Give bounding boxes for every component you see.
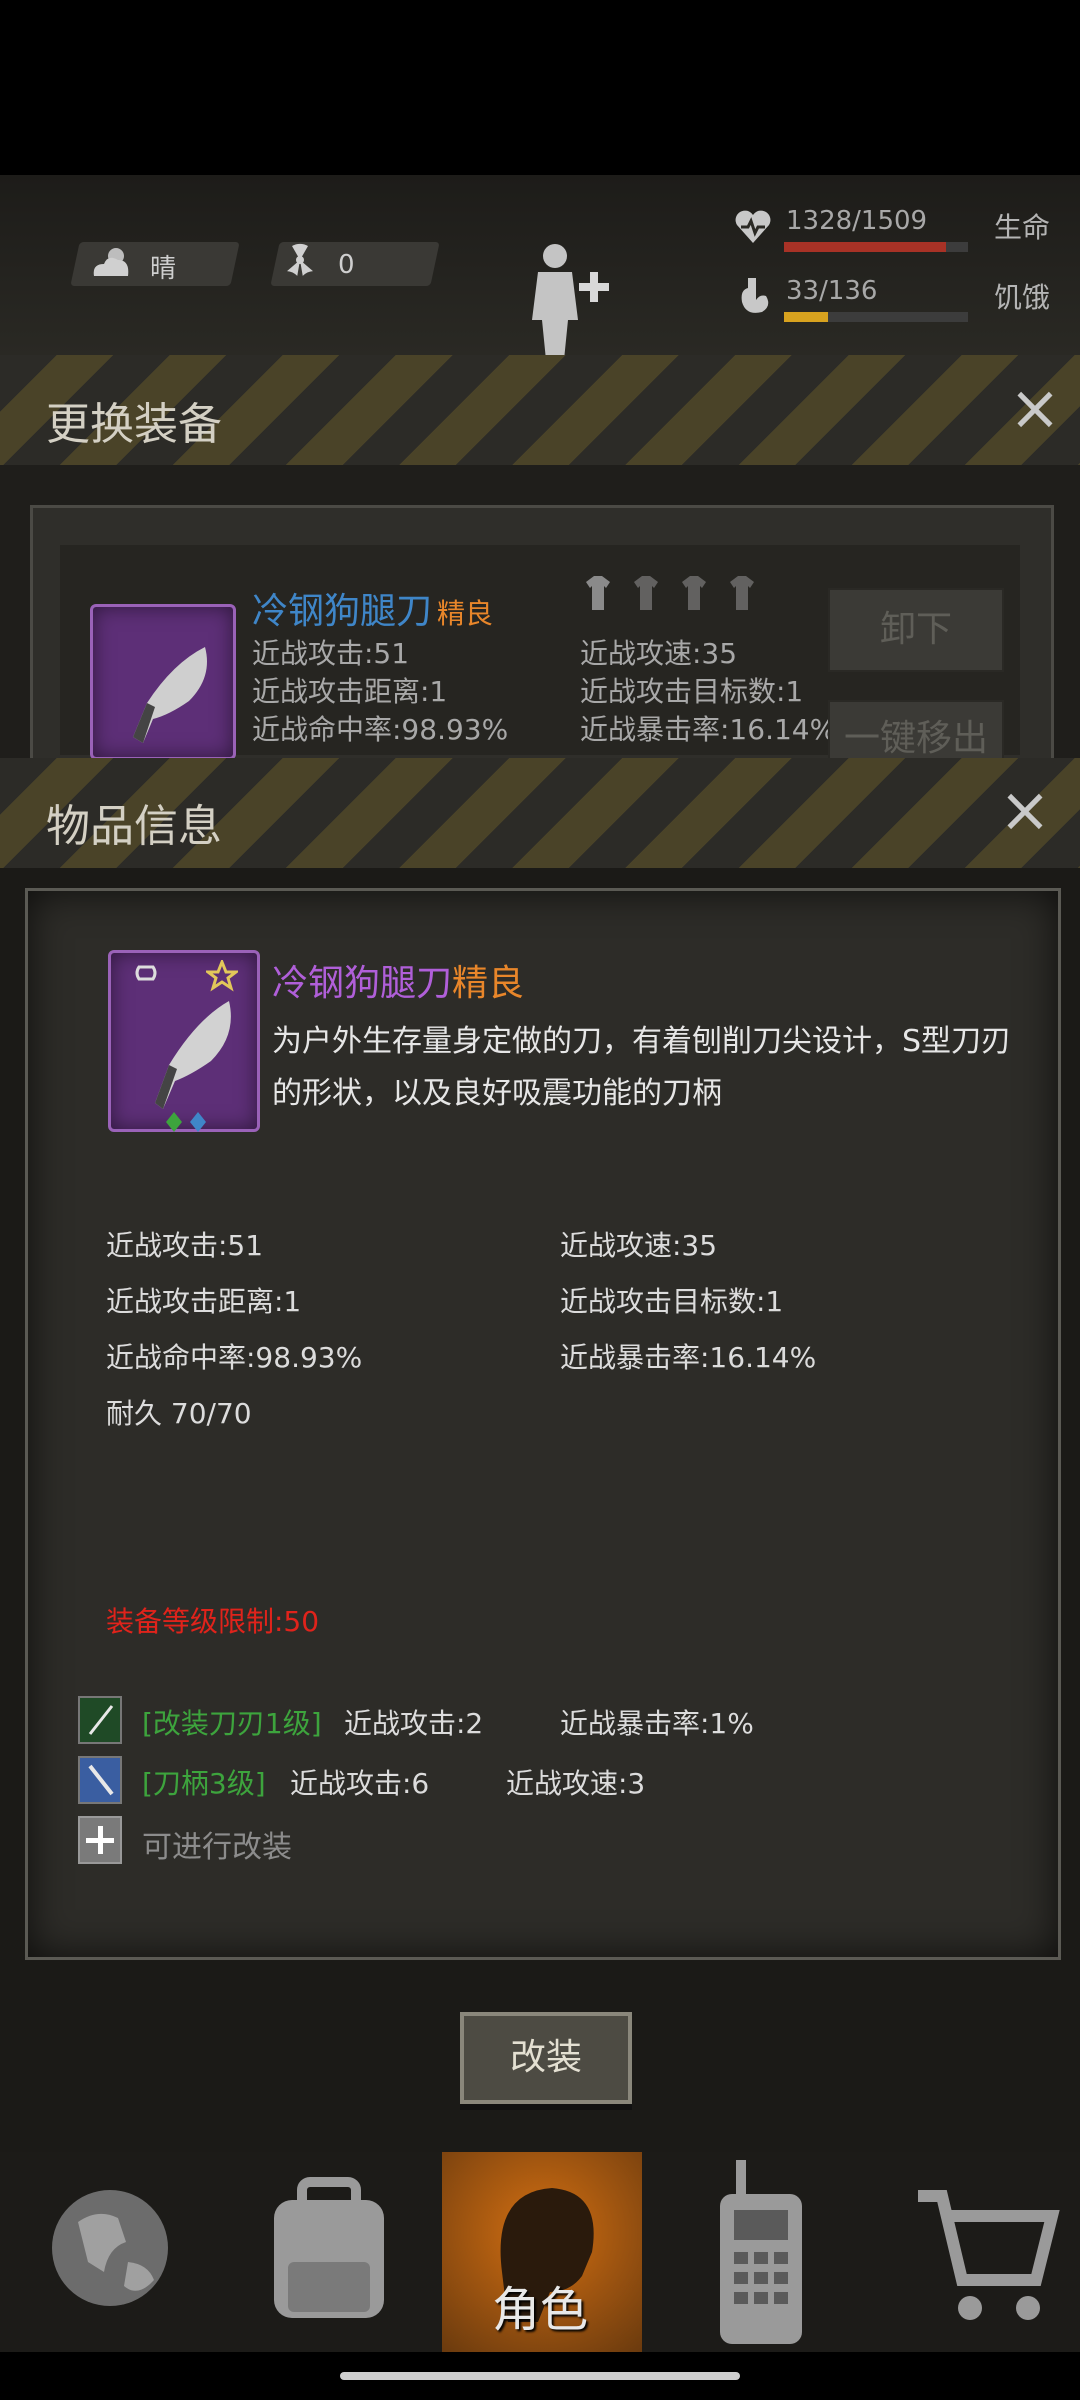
hunger-value: 33/136 [786, 276, 878, 306]
item-quality: 精良 [452, 963, 525, 1004]
stat-right-1: 近战攻速:35 [560, 1229, 718, 1262]
walkie-talkie-icon [720, 2160, 802, 2344]
blade-mod-icon [78, 1696, 122, 1744]
equipped-stat-right-2: 近战攻击目标数:1 [580, 675, 804, 708]
mod-2-effect-1: 近战攻击:6 [290, 1767, 430, 1800]
description-line-2: 的形状，以及良好吸震功能的刀柄 [272, 1076, 722, 1111]
health-bar-track [784, 242, 968, 252]
modify-button[interactable]: 改装 [460, 2012, 632, 2104]
nav-radio[interactable] [660, 2152, 860, 2352]
equipped-stat-left-3: 近战命中率:98.93% [252, 713, 509, 746]
equipped-stat-left-1: 近战攻击:51 [252, 637, 410, 670]
health-bar-fill [784, 242, 946, 252]
description-line-1: 为户外生存量身定做的刀，有着刨削刀尖设计，S型刀刃 [272, 1024, 1012, 1059]
machete-icon [133, 647, 207, 743]
stat-left-2: 近战攻击距离:1 [106, 1285, 302, 1318]
close-icon[interactable]: × [1005, 377, 1065, 439]
home-indicator[interactable] [340, 2372, 740, 2380]
hunger-bar-track [784, 312, 968, 322]
stat-right-2: 近战攻击目标数:1 [560, 1285, 784, 1318]
radiation-icon [287, 243, 313, 276]
mod-2-effect-2: 近战攻速:3 [506, 1767, 646, 1800]
level-requirement: 装备等级限制:50 [106, 1605, 320, 1638]
stat-right-3: 近战暴击率:16.14% [560, 1341, 817, 1374]
add-mod-icon[interactable] [78, 1816, 122, 1864]
equipped-item-icon[interactable] [90, 604, 236, 760]
globe-icon [52, 2190, 168, 2306]
stat-left-4: 耐久 70/70 [106, 1397, 252, 1430]
hunger-bar-fill [784, 312, 829, 322]
dialog-close-icon[interactable]: × [995, 779, 1055, 841]
cart-icon [918, 2190, 1060, 2320]
shirt-slots-icon [586, 576, 754, 610]
remove-all-button[interactable]: 一键移出 [828, 700, 1004, 760]
equipped-item-name: 冷钢狗腿刀 [252, 591, 433, 632]
mod-1-effect-2: 近战暴击率:1% [560, 1707, 754, 1740]
mod-available-text: 可进行改装 [142, 1830, 292, 1865]
nav-role[interactable]: 角色 [442, 2152, 642, 2352]
equipped-stat-right-3: 近战暴击率:16.14% [580, 713, 837, 746]
gem-slots-icon [166, 1112, 206, 1132]
equipped-item-quality: 精良 [437, 597, 494, 630]
hunger-label: 饥饿 [994, 281, 1051, 314]
handle-mod-icon [78, 1756, 122, 1804]
health-label: 生命 [994, 211, 1051, 244]
star-icon [206, 960, 238, 992]
stat-left-1: 近战攻击:51 [106, 1229, 264, 1262]
equipped-stat-left-2: 近战攻击距离:1 [252, 675, 448, 708]
health-value: 1328/1509 [786, 206, 928, 236]
weather-label: 晴 [150, 254, 177, 284]
equipped-stat-right-1: 近战攻速:35 [580, 637, 738, 670]
nav-world[interactable] [8, 2152, 208, 2352]
sun-cloud-icon [93, 248, 129, 276]
human-plus-icon[interactable] [520, 240, 620, 360]
unequip-button[interactable]: 卸下 [828, 588, 1004, 672]
mod-1-effect-1: 近战攻击:2 [344, 1707, 484, 1740]
nav-shop[interactable] [878, 2152, 1078, 2352]
stomach-icon [741, 278, 769, 313]
nav-backpack[interactable] [226, 2152, 426, 2352]
heart-icon [735, 210, 771, 243]
backpack-icon [274, 2177, 384, 2318]
nav-role-label: 角色 [492, 2282, 589, 2338]
panel-title: 更换装备 [46, 399, 222, 450]
mod-2-name: [刀柄3级] [142, 1767, 266, 1800]
radiation-value: 0 [338, 250, 355, 280]
mod-1-name: [改装刀刃1级] [142, 1707, 322, 1740]
dialog-title: 物品信息 [46, 801, 222, 852]
stat-left-3: 近战命中率:98.93% [106, 1341, 363, 1374]
item-name: 冷钢狗腿刀 [272, 963, 453, 1004]
